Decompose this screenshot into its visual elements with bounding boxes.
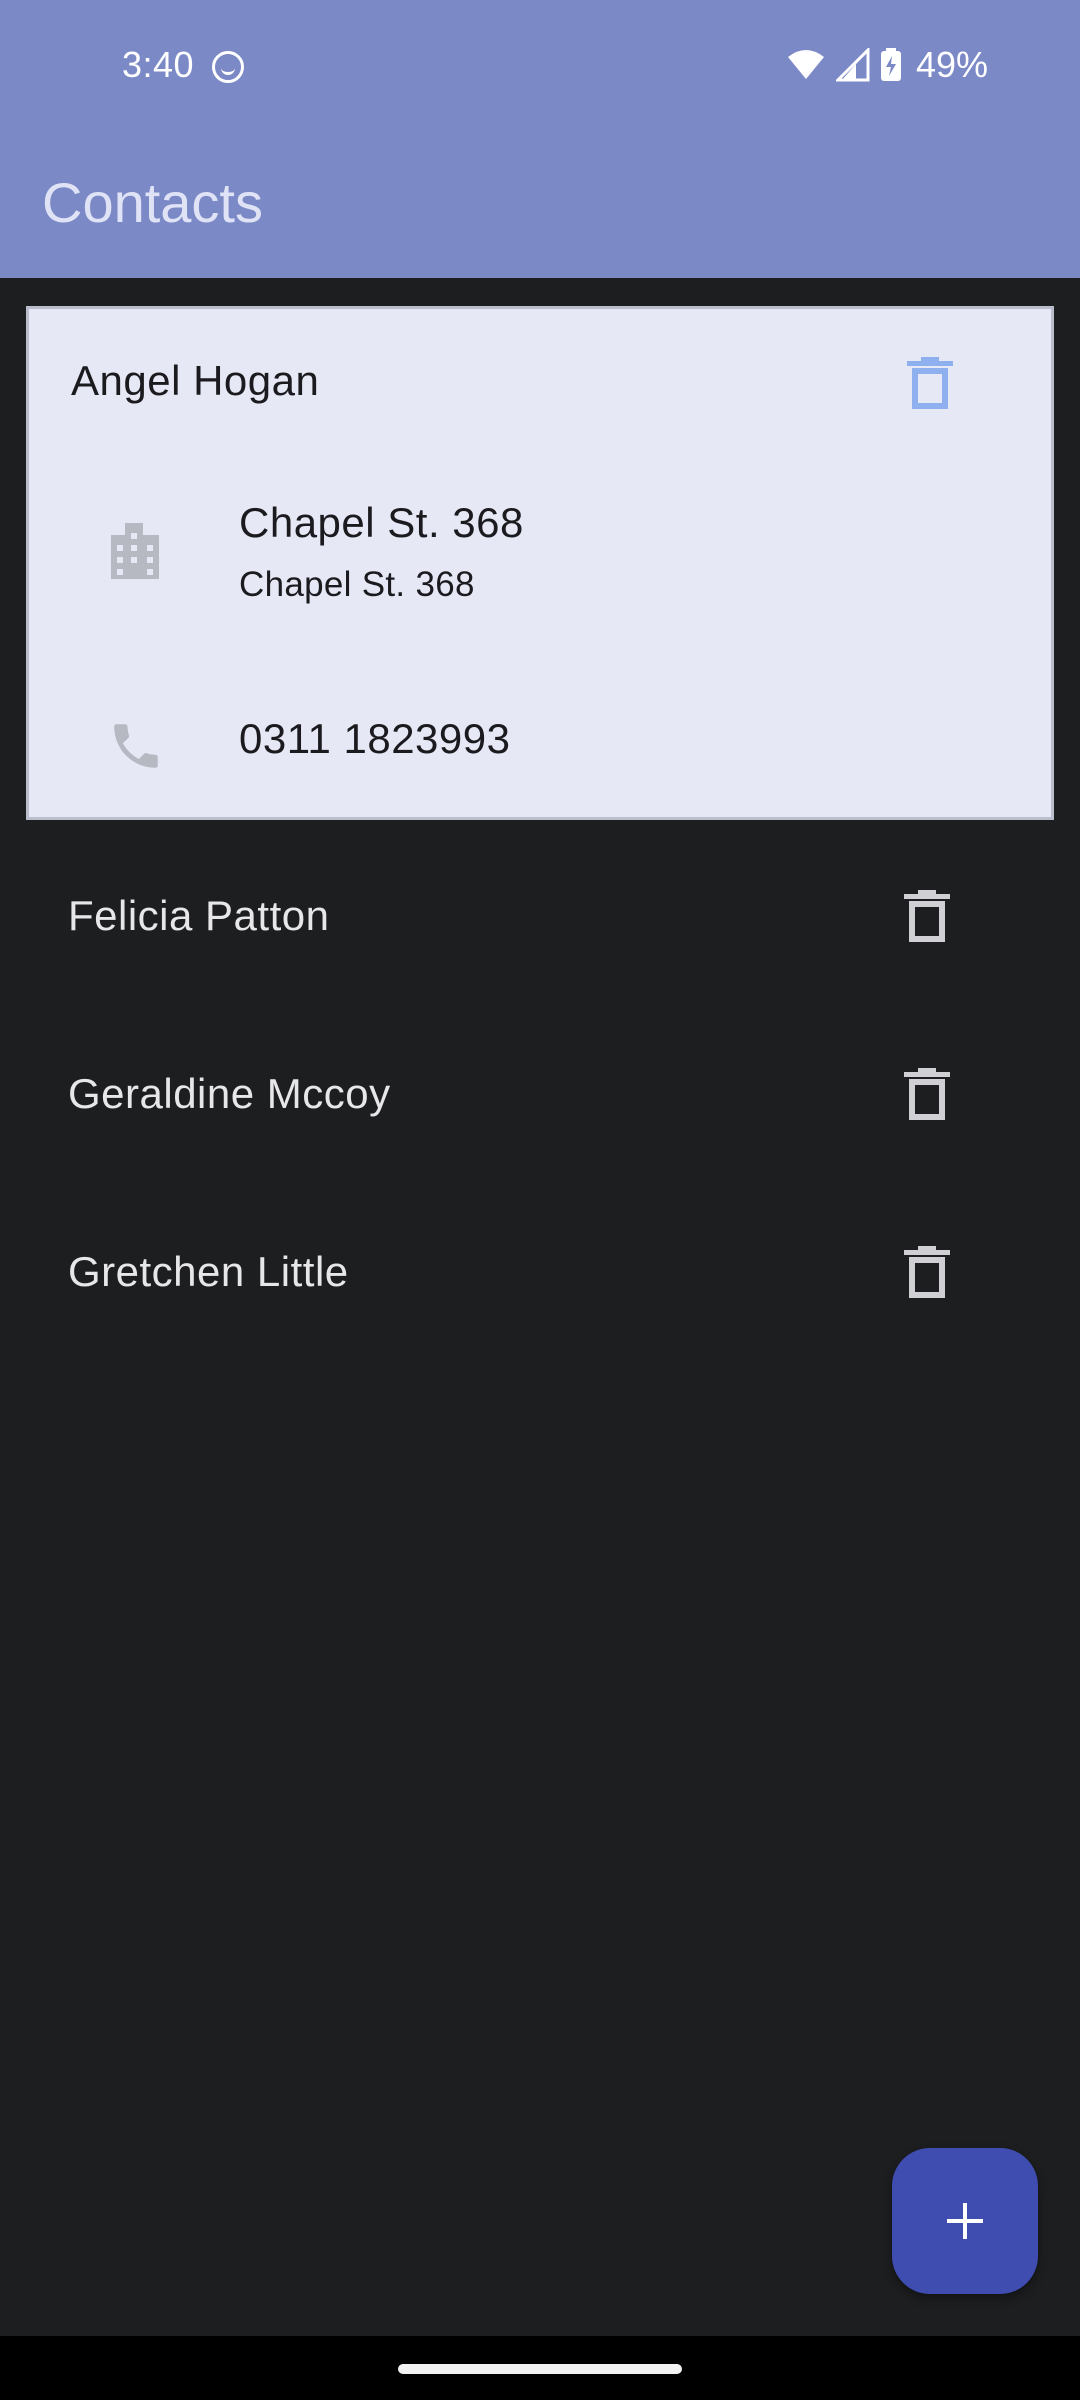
add-contact-button[interactable] <box>892 2148 1038 2294</box>
cell-signal-icon <box>835 48 870 82</box>
delete-icon[interactable] <box>904 890 950 942</box>
wifi-icon <box>787 50 824 79</box>
contact-name: Gretchen Little <box>68 1248 349 1295</box>
delete-icon[interactable] <box>907 357 953 409</box>
plus-icon <box>947 2203 983 2239</box>
contact-row[interactable]: Gretchen Little <box>0 1190 1080 1360</box>
phone-number[interactable]: 0311 1823993 <box>239 715 511 763</box>
navigation-bar <box>0 2336 1080 2400</box>
contact-card-expanded[interactable]: Angel Hogan Chapel St. 368 Chapel St. 36… <box>26 306 1054 820</box>
phone-icon[interactable] <box>107 717 165 775</box>
battery-percentage: 49% <box>915 44 988 85</box>
contact-name: Felicia Patton <box>68 892 330 939</box>
address-line-1: Chapel St. 368 <box>239 499 524 546</box>
status-time: 3:40 <box>122 44 195 85</box>
delete-icon[interactable] <box>904 1246 950 1298</box>
app-bar: 3:40 49% Contacts <box>0 0 1080 278</box>
page-title: Contacts <box>42 171 263 234</box>
delete-icon[interactable] <box>904 1068 950 1120</box>
home-gesture-handle[interactable] <box>398 2364 682 2374</box>
battery-charging-icon <box>880 48 901 81</box>
contact-row[interactable]: Geraldine Mccoy <box>0 1012 1080 1182</box>
contact-name: Angel Hogan <box>71 357 320 404</box>
contact-name: Geraldine Mccoy <box>68 1070 391 1117</box>
status-bar: 3:40 49% <box>0 0 1080 130</box>
status-indicators: 49% <box>786 44 988 86</box>
notification-face-icon <box>212 51 244 83</box>
contact-row[interactable]: Felicia Patton <box>0 834 1080 1004</box>
address-line-2: Chapel St. 368 <box>239 565 475 604</box>
business-icon <box>111 523 159 579</box>
